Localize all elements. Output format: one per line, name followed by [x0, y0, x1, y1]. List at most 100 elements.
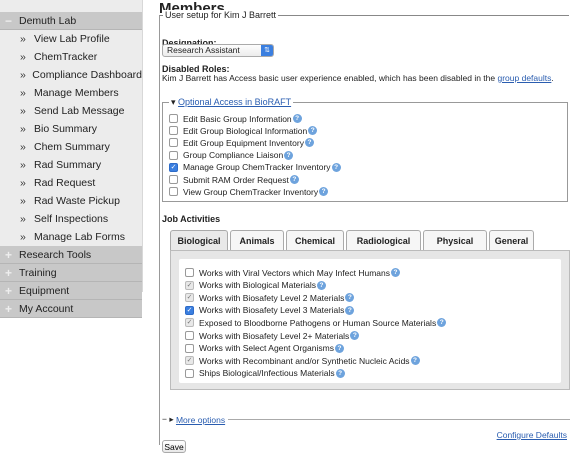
- activity-checkbox[interactable]: [185, 368, 194, 378]
- activity-label: Works with Select Agent Organisms: [199, 343, 334, 354]
- help-icon[interactable]: ?: [437, 318, 447, 328]
- optional-access-checkbox[interactable]: [169, 187, 178, 197]
- activity-checkbox[interactable]: [185, 268, 194, 277]
- group-defaults-link[interactable]: group defaults: [497, 73, 551, 83]
- tab-general[interactable]: General: [489, 230, 534, 250]
- help-icon[interactable]: ?: [319, 187, 329, 197]
- help-icon[interactable]: ?: [345, 293, 355, 303]
- bullet-icon: »: [20, 195, 26, 207]
- sidebar-section-demuth-lab[interactable]: − Demuth Lab: [0, 12, 142, 30]
- activity-row: ✓ Works with Recombinant and/or Synthetic…: [185, 355, 420, 366]
- sidebar-section-label: Equipment: [19, 284, 70, 297]
- bullet-icon: »: [20, 87, 26, 99]
- help-icon[interactable]: ?: [317, 280, 326, 290]
- divider: [228, 419, 570, 420]
- sidebar-item[interactable]: » Send Lab Message: [0, 102, 142, 120]
- optional-access-label: Manage Group ChemTracker Inventory: [183, 162, 331, 173]
- sidebar-item[interactable]: » Manage Lab Forms: [0, 228, 142, 246]
- optional-access-checkbox[interactable]: ✓: [169, 162, 178, 172]
- activity-checkbox[interactable]: [185, 331, 194, 340]
- optional-access-label: Group Compliance Liaison: [183, 150, 284, 161]
- help-icon[interactable]: ?: [335, 368, 345, 378]
- bullet-icon: »: [20, 123, 26, 135]
- sidebar-item-label: Self Inspections: [34, 213, 109, 225]
- tab-chemical[interactable]: Chemical: [286, 230, 344, 250]
- optional-access-link[interactable]: Optional Access in BioRAFT: [178, 97, 291, 107]
- expand-icon: +: [5, 283, 13, 298]
- sidebar-item-label: Send Lab Message: [34, 105, 125, 117]
- help-icon[interactable]: ?: [304, 138, 314, 148]
- tab-biological[interactable]: Biological: [170, 230, 228, 250]
- optional-access-checkbox[interactable]: [169, 126, 178, 136]
- help-icon[interactable]: ?: [289, 175, 299, 184]
- more-options-link[interactable]: More options: [176, 415, 225, 425]
- help-icon[interactable]: ?: [331, 162, 341, 172]
- sidebar-item[interactable]: » Bio Summary: [0, 120, 142, 138]
- optional-access-legend[interactable]: ▾ Optional Access in BioRAFT: [169, 97, 294, 108]
- bullet-icon: »: [20, 177, 26, 189]
- activity-label: Works with Viral Vectors which May Infec…: [199, 267, 391, 278]
- help-icon[interactable]: ?: [391, 268, 401, 277]
- sidebar-item[interactable]: » Chem Summary: [0, 138, 142, 156]
- job-activities-tabs: Biological Animals Chemical Radiological Phy…: [170, 230, 570, 390]
- sidebar-item[interactable]: » View Lab Profile: [0, 30, 142, 48]
- sidebar-item[interactable]: » ChemTracker: [0, 48, 142, 66]
- save-button[interactable]: Save: [162, 440, 186, 453]
- configure-defaults-link[interactable]: Configure Defaults: [497, 430, 567, 440]
- tab-radiological[interactable]: Radiological: [346, 230, 421, 250]
- optional-access-checkbox[interactable]: [169, 175, 178, 184]
- help-icon[interactable]: ?: [345, 305, 355, 315]
- activity-checkbox[interactable]: ✓: [185, 280, 194, 290]
- help-icon[interactable]: ?: [284, 150, 294, 160]
- sidebar-item-label: Chem Summary: [34, 141, 110, 153]
- sidebar-item[interactable]: » Compliance Dashboard: [0, 66, 142, 84]
- activity-checkbox[interactable]: [185, 343, 194, 353]
- optional-access-checkbox[interactable]: [169, 114, 178, 123]
- optional-access-row: ✓ Manage Group ChemTracker Inventory?: [169, 162, 341, 173]
- tab-animals[interactable]: Animals: [230, 230, 284, 250]
- help-icon[interactable]: ?: [292, 114, 302, 123]
- sidebar-item-label: Compliance Dashboard: [32, 69, 142, 81]
- activity-checkbox[interactable]: ✓: [185, 318, 194, 328]
- activity-label: Works with Recombinant and/or Synthetic …: [199, 355, 410, 366]
- sidebar-section-my-account[interactable]: + My Account: [0, 300, 142, 318]
- designation-select[interactable]: Research Assistant ⇅: [162, 44, 274, 57]
- activity-row: Works with Select Agent Organisms?: [185, 343, 344, 354]
- sidebar-item[interactable]: » Rad Request: [0, 174, 142, 192]
- sidebar-item-label: Bio Summary: [34, 123, 98, 135]
- sidebar-item-label: View Lab Profile: [34, 33, 110, 45]
- optional-access-label: Submit RAM Order Request: [183, 174, 289, 185]
- help-icon[interactable]: ?: [410, 356, 420, 366]
- disabled-roles-message: Kim J Barrett has Access basic user expe…: [162, 73, 496, 83]
- help-icon[interactable]: ?: [334, 343, 344, 353]
- help-icon[interactable]: ?: [350, 331, 360, 340]
- optional-access-fieldset: ▾ Optional Access in BioRAFT Edit Basic …: [162, 97, 568, 202]
- activity-label: Works with Biosafety Level 3 Materials: [199, 305, 345, 316]
- bullet-icon: »: [20, 51, 26, 63]
- activity-row: ✓ Works with Biosafety Level 3 Materials?: [185, 305, 355, 316]
- optional-access-checkbox[interactable]: [169, 138, 178, 148]
- activity-checkbox[interactable]: ✓: [185, 305, 194, 315]
- activity-checkbox[interactable]: ✓: [185, 356, 194, 366]
- help-icon[interactable]: ?: [308, 126, 318, 136]
- sidebar-item[interactable]: » Self Inspections: [0, 210, 142, 228]
- more-options-row: − ▸ More options: [162, 414, 570, 425]
- optional-access-checkbox[interactable]: [169, 150, 178, 160]
- sidebar: − Demuth Lab » View Lab Profile » ChemTrack…: [0, 0, 143, 318]
- activity-checkbox[interactable]: ✓: [185, 293, 194, 303]
- activity-label: Works with Biosafety Level 2+ Materials: [199, 330, 350, 341]
- activity-row: ✓ Works with Biosafety Level 2 Materials?: [185, 292, 355, 303]
- designation-value: Research Assistant: [167, 45, 240, 55]
- activity-row: Ships Biological/Infectious Materials?: [185, 368, 345, 379]
- sidebar-item[interactable]: » Manage Members: [0, 84, 142, 102]
- sidebar-section-research-tools[interactable]: + Research Tools: [0, 246, 142, 264]
- optional-access-label: View Group ChemTracker Inventory: [183, 186, 319, 197]
- sidebar-section-training[interactable]: + Training: [0, 264, 142, 282]
- tab-physical[interactable]: Physical: [423, 230, 487, 250]
- activity-row: ✓ Exposed to Bloodborne Pathogens or Huma…: [185, 317, 447, 328]
- sidebar-item[interactable]: » Rad Summary: [0, 156, 142, 174]
- optional-access-row: Submit RAM Order Request?: [169, 174, 299, 185]
- sidebar-item[interactable]: » Rad Waste Pickup: [0, 192, 142, 210]
- sidebar-section-equipment[interactable]: + Equipment: [0, 282, 142, 300]
- bullet-icon: »: [20, 231, 26, 243]
